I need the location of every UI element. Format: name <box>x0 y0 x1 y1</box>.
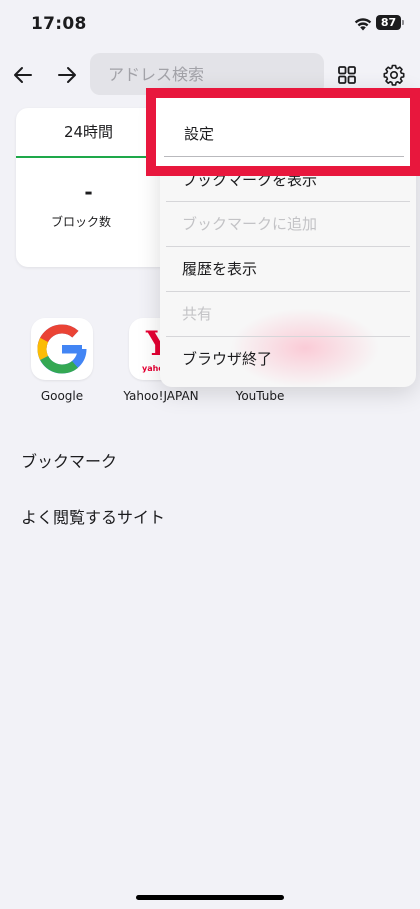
gear-icon <box>383 64 405 86</box>
status-bar: 17:08 87 <box>0 0 420 48</box>
bookmarks-heading[interactable]: ブックマーク <box>21 448 117 472</box>
block-count-label: ブロック数 <box>50 215 111 229</box>
back-button[interactable] <box>10 62 36 88</box>
menu-item-share: 共有 <box>182 305 213 323</box>
forward-button[interactable] <box>54 62 80 88</box>
quick-access-google[interactable] <box>31 318 93 380</box>
menu-item-quit-browser[interactable]: ブラウザ終了 <box>160 337 416 381</box>
frequent-sites-heading[interactable]: よく閲覧するサイト <box>21 504 165 528</box>
quick-access-label: Yahoo!JAPAN <box>123 389 199 403</box>
tabs-button[interactable] <box>334 62 360 88</box>
tab-active-indicator <box>16 156 161 158</box>
highlight-frame <box>146 88 420 176</box>
home-indicator <box>136 895 284 900</box>
quick-access-label: YouTube <box>235 389 285 403</box>
quick-access-label: Google <box>40 389 84 403</box>
block-count-value: - <box>84 180 93 204</box>
settings-button[interactable] <box>381 62 407 88</box>
grid-icon <box>338 66 356 84</box>
menu-item-add-bookmark: ブックマークに追加 <box>182 215 318 233</box>
wifi-icon <box>354 18 372 31</box>
arrow-right-icon <box>58 67 76 83</box>
menu-item-history[interactable]: 履歴を表示 <box>160 247 416 291</box>
tab-24h[interactable]: 24時間 <box>16 108 161 158</box>
status-time: 17:08 <box>31 14 87 34</box>
arrow-left-icon <box>14 67 32 83</box>
battery-indicator: 87 <box>376 15 404 30</box>
google-logo-icon <box>37 324 87 374</box>
